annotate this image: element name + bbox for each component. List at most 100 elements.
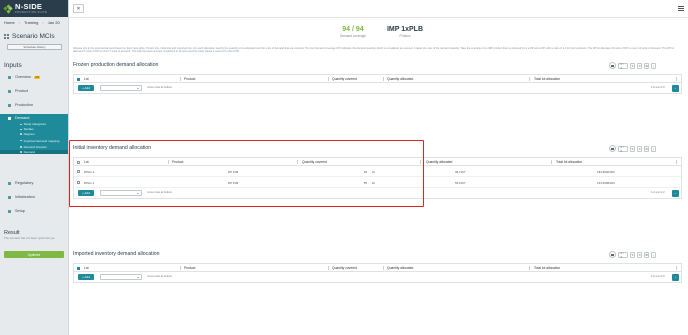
column-separator[interactable] — [676, 266, 677, 270]
column-header-total-lot-allocation[interactable]: Total lot allocation — [534, 75, 560, 83]
cell-total-lot-allocation: 153.6658/200 — [597, 180, 615, 185]
header-divider — [69, 17, 688, 18]
overview-icon — [8, 75, 11, 79]
kpi-coverage-value: 94 / 94 — [342, 26, 364, 33]
column-header-quantity-covered[interactable]: Quantity covered — [332, 75, 357, 83]
imported-sheet-button[interactable] — [609, 251, 616, 258]
menu-icon[interactable] — [678, 6, 684, 11]
initial-sheet-button[interactable] — [609, 145, 616, 152]
next-page-button[interactable]: › — [672, 189, 679, 197]
column-header-total-lot-allocation[interactable]: Total lot allocation — [534, 264, 560, 272]
cell-quantity-allocated: 38.7167 — [455, 169, 466, 174]
sheet-icon — [611, 64, 614, 67]
sidebar-item-initialization[interactable]: Initialization — [0, 193, 68, 201]
frozen-delete-icon[interactable]: ✕ — [637, 62, 642, 69]
imported-settings-icon[interactable]: ⚙ — [644, 251, 649, 258]
sidebar-item-regulatory[interactable]: Regulatory — [0, 179, 68, 187]
rows-select[interactable] — [100, 274, 142, 280]
highlight-box — [69, 140, 424, 207]
kpi-product: IMP 1xPLB Product — [385, 26, 425, 38]
breadcrumb-date[interactable]: Jan 20 — [48, 20, 60, 25]
breadcrumb-separator-icon: › — [18, 20, 21, 25]
submenu-item-demand[interactable]: Demand — [0, 149, 68, 155]
column-separator[interactable] — [383, 266, 384, 270]
bullet-icon — [20, 146, 22, 148]
sidebar-item-product[interactable]: Product — [0, 87, 68, 95]
schedule-history-button[interactable]: Schedule history — [7, 44, 62, 50]
logo[interactable]: N-SIDE PRODUCTION SUITE — [0, 0, 68, 17]
table-header: Lot Product Quantity covered Quantity al… — [74, 264, 681, 272]
column-separator[interactable] — [328, 266, 329, 270]
table-footer: + Add move rows at bottom 1-0 out of 0 › — [74, 83, 681, 93]
frozen-toolbar: 0 / 0 ✎ ✕ ⚙ ⋮ — [609, 62, 656, 70]
rows-select[interactable] — [100, 85, 142, 91]
breadcrumb-home[interactable]: Home — [4, 20, 15, 25]
frozen-sheet-button[interactable] — [609, 62, 616, 69]
frozen-settings-icon[interactable]: ⚙ — [644, 62, 649, 69]
imported-selected-count[interactable]: 0 / 0 — [618, 251, 628, 259]
column-separator[interactable] — [383, 77, 384, 81]
column-header-quantity-allocated[interactable]: Quantity allocated — [426, 158, 452, 166]
frozen-section-title: Frozen production demand allocation — [73, 62, 159, 68]
select-all-checkbox[interactable] — [77, 266, 80, 270]
bullet-icon — [20, 128, 22, 131]
initial-selected-count[interactable]: 0 / 0 — [618, 145, 628, 153]
scenario-title: Scenario MCIs — [4, 33, 55, 40]
status-badge: 2/3 — [33, 75, 41, 79]
sidebar-item-overview[interactable]: Overview 2/3 — [0, 73, 68, 81]
kpi-product-label: Product — [399, 34, 411, 38]
column-separator[interactable] — [328, 77, 329, 81]
imported-edit-icon[interactable]: ✎ — [630, 251, 635, 258]
pager-info: 1-0 out of 0 — [651, 275, 665, 279]
imported-section-title: Imported inventory demand allocation — [73, 251, 160, 257]
logo-name: N-SIDE — [15, 2, 43, 12]
column-header-lot[interactable]: Lot — [84, 75, 89, 83]
add-button[interactable]: + Add — [78, 85, 94, 91]
cell-quantity-allocated: 55.1657 — [455, 180, 466, 185]
column-separator[interactable] — [529, 77, 530, 81]
imported-delete-icon[interactable]: ✕ — [637, 251, 642, 258]
frozen-selected-count[interactable]: 0 / 0 — [618, 62, 628, 70]
column-separator[interactable] — [529, 266, 530, 270]
sheet-icon — [611, 147, 614, 150]
column-separator[interactable] — [551, 160, 552, 164]
add-button[interactable]: + Add — [78, 274, 94, 280]
submenu-item-imported-demand-mapping[interactable]: Imported demand mapping — [0, 137, 68, 145]
select-all-checkbox[interactable] — [77, 77, 80, 81]
column-header-product[interactable]: Product — [184, 75, 195, 83]
frozen-more-icon[interactable]: ⋮ — [651, 62, 656, 69]
imported-more-icon[interactable]: ⋮ — [651, 251, 656, 258]
demand-submenu: Study categories Studies Regions Importe… — [0, 122, 68, 155]
column-header-quantity-covered[interactable]: Quantity covered — [332, 264, 357, 272]
next-page-button[interactable]: › — [672, 273, 679, 281]
column-separator[interactable] — [180, 266, 181, 270]
initial-settings-icon[interactable]: ⚙ — [644, 145, 649, 152]
column-header-product[interactable]: Product — [184, 264, 195, 272]
move-rows-text: move rows at bottom — [147, 86, 172, 90]
column-separator[interactable] — [676, 160, 677, 164]
frozen-edit-icon[interactable]: ✎ — [630, 62, 635, 69]
pager-info: 1-2 out of 2 — [651, 191, 665, 195]
apps-grid-icon — [4, 34, 9, 39]
column-header-total-lot-allocation[interactable]: Total lot allocation — [556, 158, 582, 166]
column-header-quantity-allocated[interactable]: Quantity allocated — [387, 264, 413, 272]
column-separator[interactable] — [180, 77, 181, 81]
pager-info: 1-0 out of 0 — [651, 86, 665, 90]
close-button[interactable]: ✕ — [73, 4, 84, 13]
frozen-table: Lot Product Quantity covered Quantity al… — [73, 74, 682, 94]
regulatory-icon — [8, 181, 11, 185]
inputs-title: Inputs — [4, 62, 22, 69]
production-icon — [8, 103, 11, 107]
initial-edit-icon[interactable]: ✎ — [630, 145, 635, 152]
column-header-quantity-allocated[interactable]: Quantity allocated — [387, 75, 413, 83]
sidebar-item-demand[interactable]: Demand — [0, 114, 68, 122]
next-page-button[interactable]: › — [672, 84, 679, 92]
sidebar-item-production[interactable]: Production — [0, 101, 68, 109]
sidebar-item-setup[interactable]: Setup — [0, 207, 68, 215]
optimize-button[interactable]: Optimize — [4, 251, 64, 258]
initial-more-icon[interactable]: ⋮ — [651, 145, 656, 152]
column-header-lot[interactable]: Lot — [84, 264, 89, 272]
initial-delete-icon[interactable]: ✕ — [637, 145, 642, 152]
breadcrumb-training[interactable]: Training — [24, 20, 38, 25]
column-separator[interactable] — [676, 77, 677, 81]
